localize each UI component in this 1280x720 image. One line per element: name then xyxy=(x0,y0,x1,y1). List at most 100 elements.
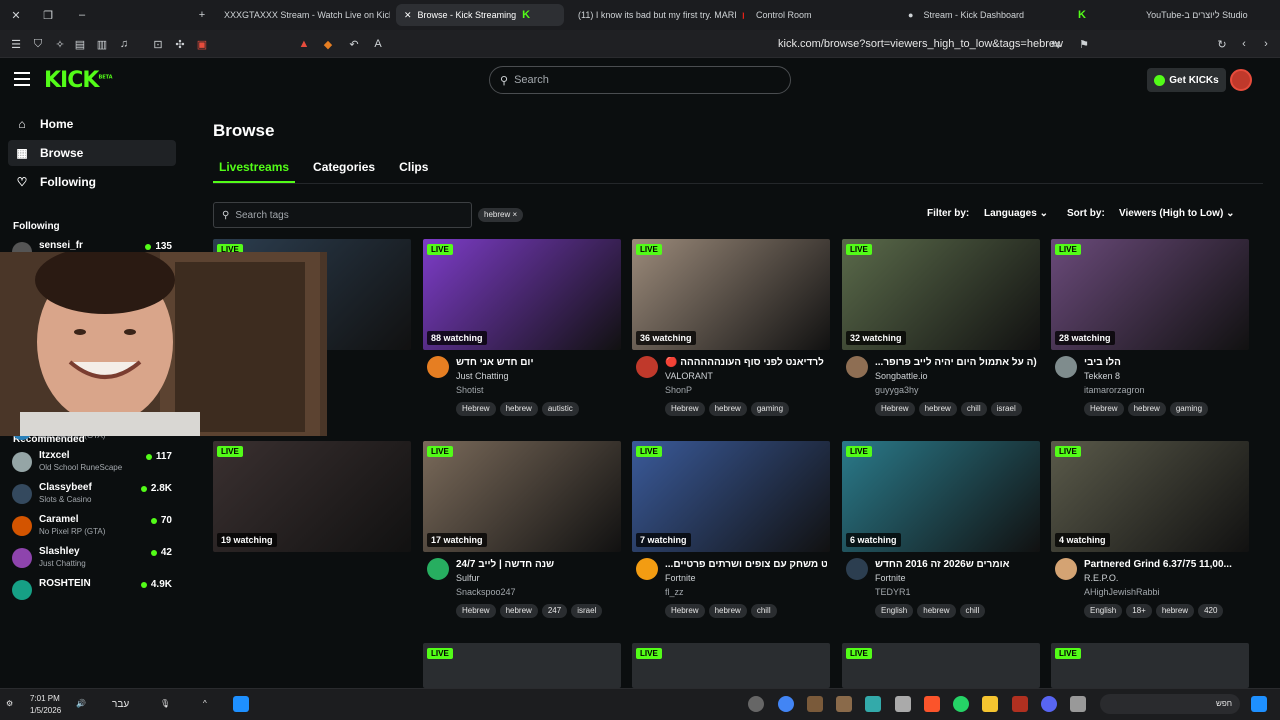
browser-tab[interactable]: (11) I know its bad but my first try. MA… xyxy=(570,4,744,26)
streamer-avatar[interactable] xyxy=(846,558,868,580)
recommended-channel[interactable]: Slashley Just Chatting 42 xyxy=(12,544,174,574)
game-icon[interactable] xyxy=(836,696,852,712)
reload-icon[interactable]: ↻ xyxy=(1212,30,1232,58)
browser-tab[interactable]: Control Room xyxy=(748,4,898,26)
stream-card[interactable]: LIVE 4 watching Partnered Grind 6.37/75 11… xyxy=(1051,441,1249,631)
stream-title[interactable]: ...יט משחק עם צופים ושרתים פרטיים xyxy=(665,559,827,570)
stream-category[interactable]: R.E.P.O. xyxy=(1084,573,1118,583)
streamer-avatar[interactable] xyxy=(846,356,868,378)
menu-icon[interactable]: ☰ xyxy=(6,30,26,58)
app-icon[interactable] xyxy=(748,696,764,712)
reader-icon[interactable]: ▤ xyxy=(70,30,90,58)
stream-category[interactable]: Fortnite xyxy=(875,573,906,583)
close-window-icon[interactable]: ✕ xyxy=(4,0,28,30)
tv-icon[interactable]: ▣ xyxy=(192,30,212,58)
minimize-icon[interactable]: – xyxy=(70,0,94,30)
back-icon[interactable]: ‹ xyxy=(1234,30,1254,58)
stream-tag[interactable]: hebrew xyxy=(499,402,538,416)
puzzle-icon[interactable]: ✣ xyxy=(170,30,190,58)
language-indicator[interactable]: עבר xyxy=(112,699,129,710)
stream-tag[interactable]: English xyxy=(875,604,914,618)
app-icon[interactable] xyxy=(1012,696,1028,712)
stream-thumbnail[interactable]: LIVE xyxy=(842,643,1040,688)
stream-category[interactable]: Songbattle.io xyxy=(875,371,928,381)
stream-card[interactable]: LIVE 88 watching יום חדש אני חדש Just Chatt… xyxy=(423,239,621,429)
streamer-name[interactable]: itamarorzagron xyxy=(1084,385,1145,395)
stream-tag[interactable]: chill xyxy=(959,604,986,618)
user-avatar[interactable] xyxy=(1230,69,1252,91)
music-icon[interactable]: ♫ xyxy=(114,30,134,58)
stream-thumbnail[interactable]: LIVE xyxy=(632,643,830,688)
get-kicks-button[interactable]: Get KICKs xyxy=(1147,68,1226,92)
stream-title[interactable]: שנה חדשה | לייב 24/7 xyxy=(456,559,618,570)
stream-title[interactable]: הלו ביבי xyxy=(1084,357,1246,368)
sidebar-icon[interactable]: ▥ xyxy=(92,30,112,58)
tag-search-input[interactable]: ⚲ Search tags xyxy=(213,202,472,228)
tab-clips[interactable]: Clips xyxy=(393,160,434,183)
translate-icon[interactable]: A xyxy=(368,30,388,58)
stream-thumbnail[interactable]: LIVE xyxy=(423,643,621,688)
stream-tag[interactable]: 247 xyxy=(541,604,568,618)
taskbar-search[interactable]: חפש xyxy=(1100,694,1240,714)
clock-time[interactable]: 7:01 PM xyxy=(30,694,60,703)
stream-tag[interactable]: Hebrew xyxy=(875,402,915,416)
stream-tag[interactable]: gaming xyxy=(750,402,790,416)
stream-tag[interactable]: Hebrew xyxy=(456,402,496,416)
languages-dropdown[interactable]: Languages ⌄ xyxy=(984,208,1048,219)
search-input[interactable]: ⚲ Search xyxy=(489,66,791,94)
stream-tag[interactable]: gaming xyxy=(1169,402,1209,416)
chrome-icon[interactable] xyxy=(778,696,794,712)
minecraft-icon[interactable] xyxy=(807,696,823,712)
settings-icon[interactable]: ⚙ xyxy=(6,699,13,708)
task-view-icon[interactable] xyxy=(233,696,249,712)
sidebar-item-browse[interactable]: ▦ Browse xyxy=(8,140,176,166)
brave-icon[interactable] xyxy=(924,696,940,712)
app-icon[interactable] xyxy=(1070,696,1086,712)
tab-categories[interactable]: Categories xyxy=(307,160,381,183)
stream-thumbnail[interactable]: LIVE 7 watching xyxy=(632,441,830,552)
browser-tab[interactable]: XXXGTAXXX Stream - Watch Live on KickK xyxy=(216,4,390,26)
chevron-up-icon[interactable]: ^ xyxy=(203,699,207,708)
stream-thumbnail[interactable]: LIVE 88 watching xyxy=(423,239,621,350)
streamer-name[interactable]: fl_zz xyxy=(665,587,684,597)
app-icon[interactable] xyxy=(865,696,881,712)
share-icon[interactable]: ↶ xyxy=(344,30,364,58)
stream-thumbnail[interactable]: LIVE 32 watching xyxy=(842,239,1040,350)
browser-tab[interactable]: ● Stream - Kick Dashboard xyxy=(900,4,1068,26)
stream-tag[interactable]: chill xyxy=(750,604,777,618)
stream-card[interactable]: LIVE 7 watching ...יט משחק עם צופים ושרתים… xyxy=(632,441,830,631)
shield-icon[interactable]: ⛉ xyxy=(28,30,48,58)
kick-logo[interactable]: KICKBETA xyxy=(44,68,113,93)
stream-category[interactable]: Just Chatting xyxy=(456,371,509,381)
sidebar-item-following[interactable]: ♡ Following xyxy=(8,169,176,195)
volume-icon[interactable]: 🔊 xyxy=(76,699,86,708)
stream-card[interactable]: LIVE 19 watching xyxy=(213,441,411,631)
streamer-name[interactable]: Shotist xyxy=(456,385,484,395)
streamer-name[interactable]: ShonP xyxy=(665,385,692,395)
streamer-avatar[interactable] xyxy=(427,558,449,580)
stream-tag[interactable]: israel xyxy=(990,402,1022,416)
stream-title[interactable]: ...ה על אתמול היום יהיה לייב פרופר) xyxy=(875,357,1037,368)
stream-thumbnail[interactable]: LIVE 4 watching xyxy=(1051,441,1249,552)
stream-thumbnail[interactable]: LIVE 6 watching xyxy=(842,441,1040,552)
stream-category[interactable]: VALORANT xyxy=(665,371,713,381)
stream-category[interactable]: Tekken 8 xyxy=(1084,371,1120,381)
streamer-avatar[interactable] xyxy=(427,356,449,378)
recommended-channel[interactable]: Itzxcel Old School RuneScape 117 xyxy=(12,448,174,478)
stream-tag[interactable]: Hebrew xyxy=(1084,402,1124,416)
stream-tag[interactable]: israel xyxy=(571,604,603,618)
sort-dropdown[interactable]: Viewers (High to Low) ⌄ xyxy=(1119,208,1234,219)
mic-icon[interactable]: 🎙 xyxy=(160,699,170,708)
streamer-avatar[interactable] xyxy=(1055,356,1077,378)
stream-tag[interactable]: autistic xyxy=(541,402,579,416)
restore-icon[interactable]: ❐ xyxy=(36,0,60,30)
stream-card[interactable]: LIVE 6 watching אומרים ש2026 זה 2016 החדש F… xyxy=(842,441,1040,631)
streamer-name[interactable]: Snackspoo247 xyxy=(456,587,516,597)
stream-category[interactable]: Sulfur xyxy=(456,573,480,583)
stream-title[interactable]: אומרים ש2026 זה 2016 החדש xyxy=(875,559,1037,570)
stream-tag[interactable]: English xyxy=(1084,604,1123,618)
bookmark-icon[interactable]: ⚑ xyxy=(1074,30,1094,58)
stream-tag[interactable]: chill xyxy=(960,402,987,416)
stream-category[interactable]: Fortnite xyxy=(665,573,696,583)
stream-tag[interactable]: hebrew xyxy=(918,402,957,416)
